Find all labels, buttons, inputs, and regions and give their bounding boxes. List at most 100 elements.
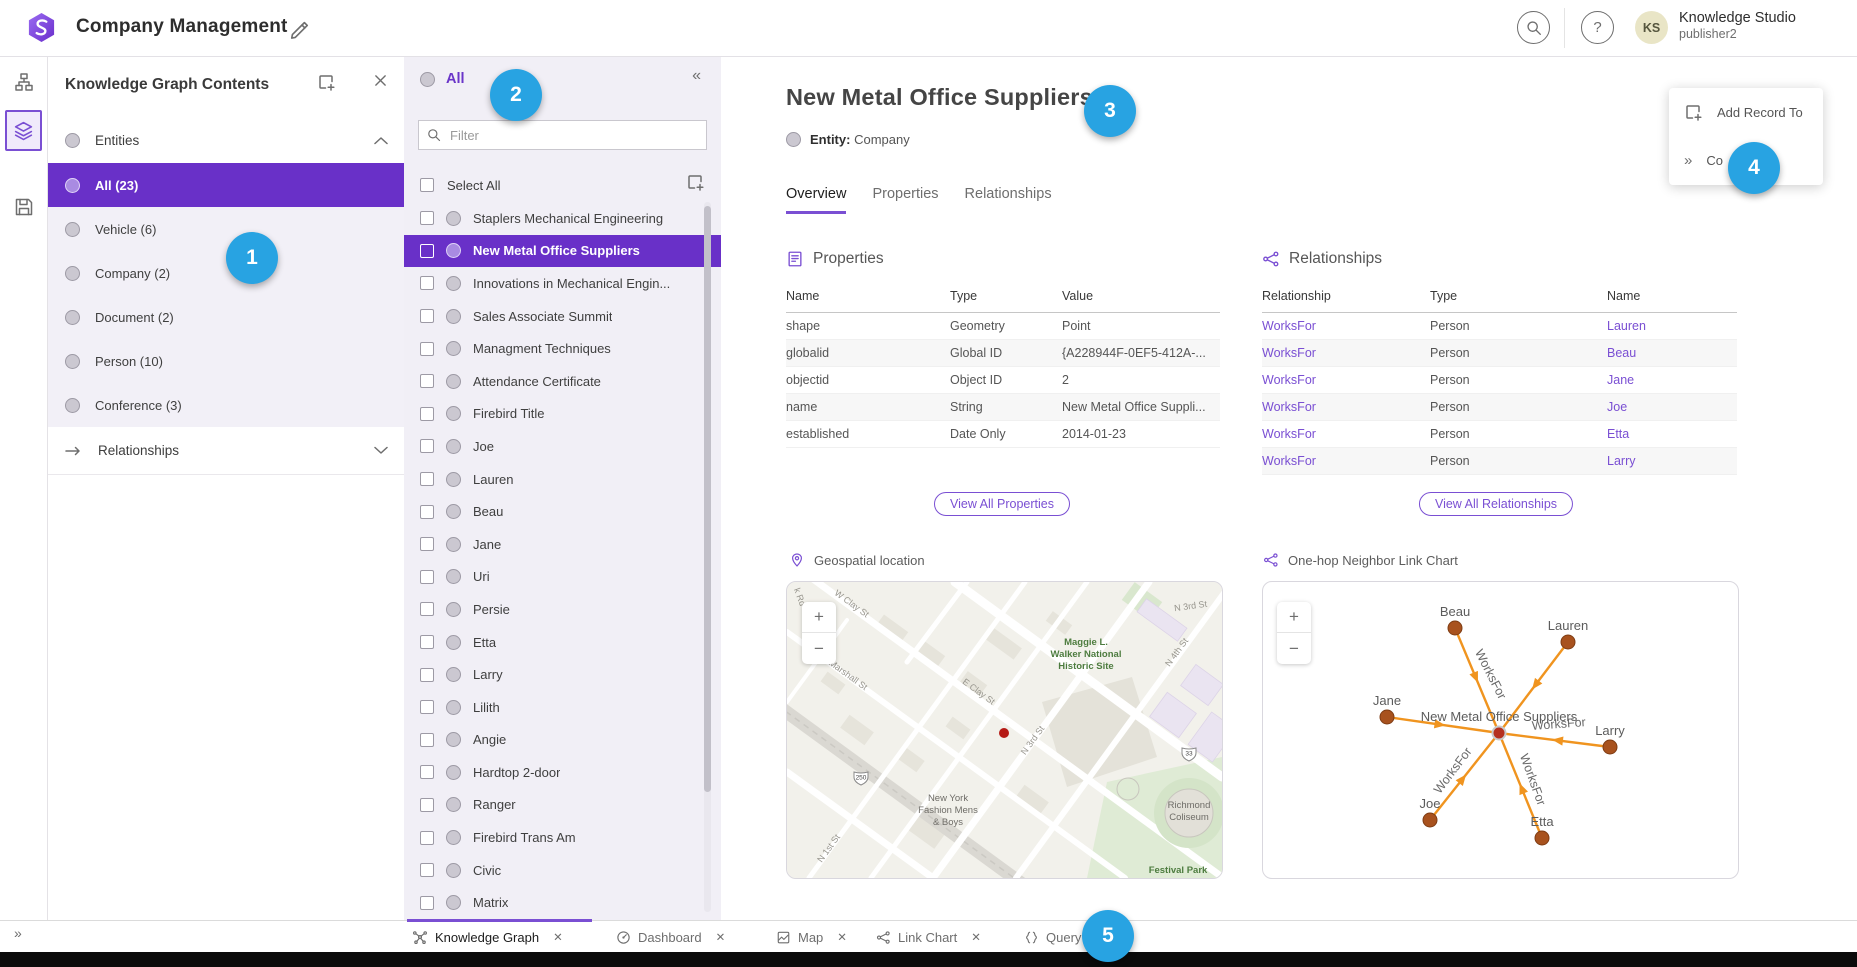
- entity-type-row[interactable]: Vehicle (6): [47, 207, 404, 251]
- close-tab-icon[interactable]: ✕: [553, 930, 563, 944]
- item-checkbox[interactable]: [420, 374, 434, 388]
- item-checkbox[interactable]: [420, 505, 434, 519]
- add-item-icon[interactable]: [317, 73, 336, 92]
- cell-link[interactable]: Jane: [1607, 367, 1737, 394]
- entity-type-row[interactable]: Person (10): [47, 339, 404, 383]
- collapse-panel-icon[interactable]: «: [686, 66, 707, 86]
- layers-icon[interactable]: [5, 110, 42, 151]
- item-checkbox[interactable]: [420, 276, 434, 290]
- one-hop-link-chart[interactable]: WorksForWorksForWorksForWorksForBeauLaur…: [1262, 581, 1739, 879]
- view-all-properties-button[interactable]: View All Properties: [934, 492, 1070, 516]
- item-checkbox[interactable]: [420, 439, 434, 453]
- close-tab-icon[interactable]: ✕: [716, 930, 726, 944]
- bottom-tab-map[interactable]: Map✕: [776, 921, 847, 953]
- node-Joe[interactable]: [1423, 813, 1437, 827]
- item-checkbox[interactable]: [420, 863, 434, 877]
- cell-link[interactable]: Lauren: [1607, 313, 1737, 340]
- bottom-tab-knowledge-graph[interactable]: Knowledge Graph✕: [412, 921, 563, 953]
- expand-rail-icon[interactable]: »: [8, 924, 28, 942]
- cell-link[interactable]: WorksFor: [1262, 394, 1430, 421]
- close-tab-icon[interactable]: ✕: [837, 930, 847, 944]
- node-Larry[interactable]: [1603, 740, 1617, 754]
- bottom-tab-link-chart[interactable]: Link Chart✕: [876, 921, 981, 953]
- node-Lauren[interactable]: [1561, 635, 1575, 649]
- entity-type-row[interactable]: Conference (3): [47, 383, 404, 427]
- edit-title-button[interactable]: [288, 17, 310, 39]
- item-checkbox[interactable]: [420, 537, 434, 551]
- tab-overview[interactable]: Overview: [786, 186, 846, 214]
- list-item[interactable]: Lauren: [404, 463, 721, 496]
- item-checkbox[interactable]: [420, 635, 434, 649]
- close-panel-icon[interactable]: [374, 74, 387, 87]
- tab-relationships[interactable]: Relationships: [965, 186, 1052, 214]
- entity-type-row[interactable]: All (23): [47, 163, 404, 207]
- list-item[interactable]: Lilith: [404, 691, 721, 724]
- cell-link[interactable]: Beau: [1607, 340, 1737, 367]
- cell-link[interactable]: WorksFor: [1262, 421, 1430, 448]
- item-checkbox[interactable]: [420, 602, 434, 616]
- list-item[interactable]: Matrix: [404, 886, 721, 919]
- avatar[interactable]: KS: [1635, 11, 1668, 44]
- geospatial-map[interactable]: W Clay Stk RdW Marshall StE Clay StN 3rd…: [786, 581, 1223, 879]
- list-item[interactable]: Uri: [404, 561, 721, 594]
- list-item[interactable]: Ranger: [404, 789, 721, 822]
- zoom-in-button[interactable]: +: [1277, 602, 1311, 633]
- entities-section-header[interactable]: Entities: [47, 118, 404, 163]
- item-checkbox[interactable]: [420, 211, 434, 225]
- cell-link[interactable]: WorksFor: [1262, 448, 1430, 475]
- cell-link[interactable]: WorksFor: [1262, 340, 1430, 367]
- list-item[interactable]: Beau: [404, 495, 721, 528]
- item-checkbox[interactable]: [420, 831, 434, 845]
- entity-type-row[interactable]: Document (2): [47, 295, 404, 339]
- node-Beau[interactable]: [1448, 621, 1462, 635]
- select-all-row[interactable]: Select All: [420, 170, 500, 200]
- node-Etta[interactable]: [1535, 831, 1549, 845]
- help-button[interactable]: ?: [1581, 11, 1614, 44]
- zoom-in-button[interactable]: +: [802, 602, 836, 633]
- list-item[interactable]: Joe: [404, 430, 721, 463]
- list-item[interactable]: Jane: [404, 528, 721, 561]
- scrollbar-thumb[interactable]: [704, 206, 711, 792]
- view-all-relationships-button[interactable]: View All Relationships: [1419, 492, 1573, 516]
- list-item[interactable]: Hardtop 2-door: [404, 756, 721, 789]
- zoom-out-button[interactable]: −: [802, 633, 836, 664]
- list-item[interactable]: Larry: [404, 658, 721, 691]
- item-checkbox[interactable]: [420, 733, 434, 747]
- list-item[interactable]: Persie: [404, 593, 721, 626]
- cell-link[interactable]: WorksFor: [1262, 313, 1430, 340]
- list-item[interactable]: Sales Associate Summit: [404, 300, 721, 333]
- cell-link[interactable]: Joe: [1607, 394, 1737, 421]
- list-item[interactable]: Civic: [404, 854, 721, 887]
- cell-link[interactable]: Larry: [1607, 448, 1737, 475]
- bottom-tab-query[interactable]: Query: [1024, 921, 1081, 953]
- list-item[interactable]: New Metal Office Suppliers: [404, 235, 721, 268]
- item-checkbox[interactable]: [420, 700, 434, 714]
- menu-item-add-record-to[interactable]: Add Record To: [1669, 88, 1823, 136]
- relationships-section-header[interactable]: Relationships: [47, 427, 404, 475]
- item-checkbox[interactable]: [420, 668, 434, 682]
- select-all-checkbox[interactable]: [420, 178, 434, 192]
- list-item[interactable]: Innovations in Mechanical Engin...: [404, 267, 721, 300]
- scope-selector[interactable]: All: [420, 71, 465, 87]
- list-item[interactable]: Etta: [404, 626, 721, 659]
- item-checkbox[interactable]: [420, 342, 434, 356]
- cell-link[interactable]: Etta: [1607, 421, 1737, 448]
- item-checkbox[interactable]: [420, 798, 434, 812]
- item-checkbox[interactable]: [420, 309, 434, 323]
- list-item[interactable]: Attendance Certificate: [404, 365, 721, 398]
- save-icon[interactable]: [7, 190, 40, 223]
- item-checkbox[interactable]: [420, 244, 434, 258]
- list-item[interactable]: Angie: [404, 724, 721, 757]
- item-checkbox[interactable]: [420, 472, 434, 486]
- bottom-tab-dashboard[interactable]: Dashboard✕: [616, 921, 725, 953]
- item-checkbox[interactable]: [420, 765, 434, 779]
- close-tab-icon[interactable]: ✕: [971, 930, 981, 944]
- list-item[interactable]: Staplers Mechanical Engineering: [404, 202, 721, 235]
- node-Jane[interactable]: [1380, 710, 1394, 724]
- item-checkbox[interactable]: [420, 570, 434, 584]
- list-item[interactable]: Firebird Title: [404, 398, 721, 431]
- zoom-out-button[interactable]: −: [1277, 633, 1311, 664]
- filter-input[interactable]: [448, 127, 698, 144]
- add-record-icon[interactable]: [686, 173, 705, 192]
- list-item[interactable]: Firebird Trans Am: [404, 821, 721, 854]
